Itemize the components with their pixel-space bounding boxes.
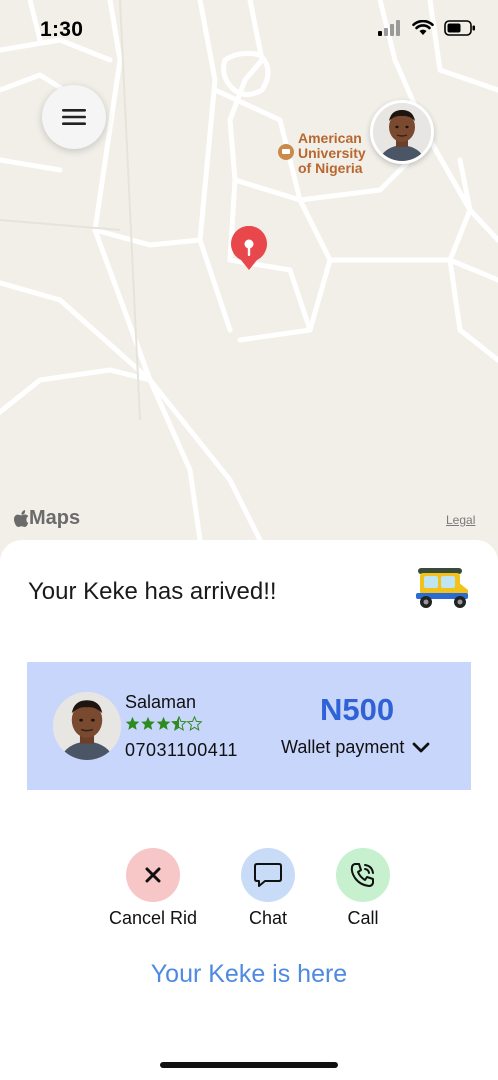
driver-rating-stars [125,716,203,737]
call-label: Call [347,908,379,928]
chat-label: Chat [248,908,288,928]
poi-label-line: University [298,145,366,161]
home-indicator[interactable] [160,1062,338,1068]
pin-shape [231,225,267,270]
status-bar: 1:30 [0,0,498,60]
payment-method-label: Wallet payment [281,737,405,757]
call-button[interactable]: Call [333,848,393,929]
poi-label-line: of Nigeria [298,160,363,176]
ride-status-title: Your Keke has arrived!! [28,578,277,605]
cancel-ride-label: Cancel Rid [108,908,198,928]
legal-link[interactable]: Legal [446,513,475,527]
status-time: 1:30 [40,18,84,41]
menu-button[interactable] [42,85,106,149]
driver-card[interactable]: Salaman 07031100411 N500 Wallet payment [27,662,471,790]
close-icon [145,867,161,883]
driver-phone[interactable]: 07031100411 [125,740,238,761]
chat-bubble-icon [254,863,282,887]
star-rating-icon [125,716,202,731]
poi-label: American University of Nigeria [298,131,366,176]
location-pin-icon[interactable] [229,225,269,277]
status-icons [378,20,476,36]
driver-avatar [53,692,121,760]
maps-logo-text: Maps [29,507,81,529]
driver-name: Salaman [125,692,197,712]
payment-method-select[interactable]: Wallet payment [281,737,430,758]
driver-map-avatar[interactable] [370,100,434,164]
chat-button-circle[interactable] [241,848,295,902]
person-avatar-icon [373,103,431,161]
tricycle-shape [416,568,468,608]
map-poi[interactable]: American University of Nigeria [278,131,366,176]
apple-logo-icon [14,509,29,527]
fare-amount: N500 [320,692,395,727]
maps-logo: Maps [14,507,80,530]
poi-label-line: American [298,130,362,146]
university-icon [278,144,294,160]
chevron-down-icon [412,742,430,752]
cancel-button-circle[interactable] [126,848,180,902]
arrival-status-message: Your Keke is here [150,960,348,988]
phone-call-icon [350,863,374,887]
battery-icon [444,20,475,36]
hamburger-icon [62,109,86,125]
map-view[interactable]: 1:30 American University of Nigeria Maps… [0,0,498,560]
keke-tricycle-icon [414,566,472,615]
call-button-circle[interactable] [336,848,390,902]
person-avatar-icon [53,692,121,760]
cancel-ride-button[interactable]: Cancel Rid [107,848,199,929]
map-roads [0,0,498,543]
chat-button[interactable]: Chat [237,848,299,929]
signal-icon [378,20,400,36]
wifi-icon [412,20,434,35]
ride-status-sheet: Your Keke has arrived!! Salaman 07031100… [0,540,498,1080]
